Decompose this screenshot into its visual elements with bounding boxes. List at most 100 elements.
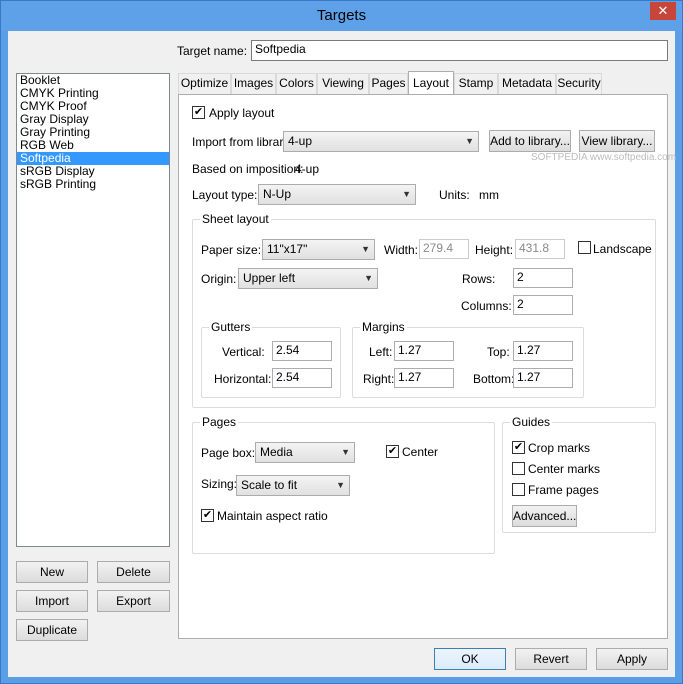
- target-name-label: Target name:: [177, 44, 248, 58]
- targets-list[interactable]: Booklet CMYK Printing CMYK Proof Gray Displ…: [16, 73, 170, 547]
- targets-window: Targets ✕ Target name: Softpedia Booklet…: [0, 0, 683, 684]
- revert-button[interactable]: Revert: [515, 648, 587, 670]
- export-button[interactable]: Export: [97, 590, 170, 612]
- margin-left-label: Left:: [369, 345, 393, 359]
- origin-value: Upper left: [243, 271, 296, 285]
- center-marks-checkbox[interactable]: [512, 462, 525, 475]
- margin-bottom-field[interactable]: 1.27: [513, 368, 573, 388]
- tab-images[interactable]: Images: [231, 73, 276, 94]
- window-title: Targets: [316, 7, 367, 24]
- tab-security[interactable]: Security: [556, 73, 602, 94]
- maintain-aspect-checkbox[interactable]: ✔: [201, 509, 214, 522]
- import-button[interactable]: Import: [16, 590, 88, 612]
- new-button[interactable]: New: [16, 561, 88, 583]
- ok-button[interactable]: OK: [434, 648, 506, 670]
- apply-layout-checkbox[interactable]: ✔: [192, 106, 205, 119]
- chevron-down-icon: ▼: [341, 447, 350, 457]
- center-marks-label: Center marks: [528, 462, 601, 476]
- sheet-layout-title: Sheet layout: [200, 212, 271, 226]
- page-box-value: Media: [260, 445, 293, 459]
- units-value: mm: [479, 188, 499, 202]
- gutter-vertical-field[interactable]: 2.54: [272, 341, 332, 361]
- add-to-library-button[interactable]: Add to library...: [489, 130, 571, 152]
- tab-bar: Optimize Images Colors Viewing Pages Layout St…: [178, 71, 668, 95]
- tab-layout[interactable]: Layout: [408, 71, 454, 94]
- frame-pages-checkbox[interactable]: [512, 483, 525, 496]
- sizing-dropdown[interactable]: Scale to fit ▼: [236, 475, 350, 496]
- width-field[interactable]: 279.4: [419, 239, 469, 259]
- layout-type-value: N-Up: [263, 187, 292, 201]
- columns-label: Columns:: [461, 299, 512, 313]
- margins-group: Margins Left: 1.27 Right: 1.27 Top: 1.27…: [352, 320, 584, 398]
- title-bar: Targets ✕: [1, 1, 682, 31]
- origin-dropdown[interactable]: Upper left ▼: [238, 268, 378, 289]
- tab-pages[interactable]: Pages: [369, 73, 408, 94]
- page-box-label: Page box:: [201, 446, 256, 460]
- tab-stamp[interactable]: Stamp: [454, 73, 498, 94]
- gutter-horizontal-field[interactable]: 2.54: [272, 368, 332, 388]
- chevron-down-icon: ▼: [364, 273, 373, 283]
- delete-button[interactable]: Delete: [97, 561, 170, 583]
- tab-colors[interactable]: Colors: [276, 73, 317, 94]
- maintain-aspect-label: Maintain aspect ratio: [217, 509, 328, 523]
- sizing-label: Sizing:: [201, 477, 238, 491]
- guides-title: Guides: [510, 415, 553, 429]
- close-icon[interactable]: ✕: [650, 2, 676, 20]
- tab-metadata[interactable]: Metadata: [498, 73, 556, 94]
- import-library-dropdown[interactable]: 4-up ▼: [283, 131, 479, 152]
- duplicate-button[interactable]: Duplicate: [16, 619, 88, 641]
- based-on-value: 4-up: [295, 162, 320, 176]
- center-checkbox[interactable]: ✔: [386, 445, 399, 458]
- tab-optimize[interactable]: Optimize: [178, 73, 231, 94]
- units-label: Units:: [439, 188, 470, 202]
- landscape-label: Landscape: [593, 242, 652, 256]
- margin-left-field[interactable]: 1.27: [394, 341, 454, 361]
- margins-title: Margins: [360, 320, 407, 334]
- gutter-vertical-label: Vertical:: [222, 345, 265, 359]
- chevron-down-icon: ▼: [465, 136, 474, 146]
- based-on-label: Based on imposition:: [192, 162, 304, 176]
- guides-group: Guides ✔ Crop marks Center marks Frame p…: [502, 415, 656, 533]
- tab-viewing[interactable]: Viewing: [317, 73, 369, 94]
- rows-field[interactable]: 2: [513, 268, 573, 288]
- landscape-checkbox[interactable]: [578, 241, 591, 254]
- paper-size-dropdown[interactable]: 11"x17" ▼: [262, 239, 375, 260]
- margin-top-field[interactable]: 1.27: [513, 341, 573, 361]
- center-label: Center: [402, 445, 439, 459]
- columns-field[interactable]: 2: [513, 295, 573, 315]
- margin-right-field[interactable]: 1.27: [394, 368, 454, 388]
- chevron-down-icon: ▼: [402, 189, 411, 199]
- dialog-body: Target name: Softpedia Booklet CMYK Print…: [8, 31, 676, 677]
- frame-pages-label: Frame pages: [528, 483, 599, 497]
- chevron-down-icon: ▼: [336, 480, 345, 490]
- height-field[interactable]: 431.8: [515, 239, 565, 259]
- paper-size-label: Paper size:: [201, 243, 262, 257]
- pages-group: Pages Page box: Media ▼ ✔ Center Sizing:…: [192, 415, 495, 554]
- crop-marks-checkbox[interactable]: ✔: [512, 441, 525, 454]
- gutter-horizontal-label: Horizontal:: [214, 372, 272, 386]
- page-box-dropdown[interactable]: Media ▼: [255, 442, 355, 463]
- crop-marks-label: Crop marks: [528, 441, 591, 455]
- advanced-button[interactable]: Advanced...: [512, 505, 577, 527]
- gutters-group: Gutters Vertical: 2.54 Horizontal: 2.54: [201, 320, 341, 398]
- sizing-value: Scale to fit: [241, 478, 298, 492]
- apply-button[interactable]: Apply: [596, 648, 668, 670]
- softpedia-watermark: SOFTPEDIA www.softpedia.com: [531, 152, 677, 163]
- layout-type-dropdown[interactable]: N-Up ▼: [258, 184, 416, 205]
- target-name-input[interactable]: Softpedia: [251, 40, 668, 61]
- sheet-layout-group: Sheet layout Paper size: 11"x17" ▼ Width…: [192, 212, 656, 408]
- layout-panel: ✔ Apply layout Import from library: 4-up…: [178, 94, 676, 639]
- layout-type-label: Layout type:: [192, 188, 258, 202]
- gutters-title: Gutters: [209, 320, 253, 334]
- height-label: Height:: [475, 243, 514, 257]
- apply-layout-label: Apply layout: [209, 106, 275, 120]
- chevron-down-icon: ▼: [361, 244, 370, 254]
- margin-top-label: Top:: [487, 345, 510, 359]
- view-library-button[interactable]: View library...: [579, 130, 655, 152]
- rows-label: Rows:: [462, 272, 496, 286]
- import-library-label: Import from library:: [192, 135, 293, 149]
- width-label: Width:: [384, 243, 419, 257]
- target-list-item[interactable]: sRGB Printing: [17, 178, 169, 191]
- margin-right-label: Right:: [363, 372, 395, 386]
- import-library-value: 4-up: [288, 134, 313, 148]
